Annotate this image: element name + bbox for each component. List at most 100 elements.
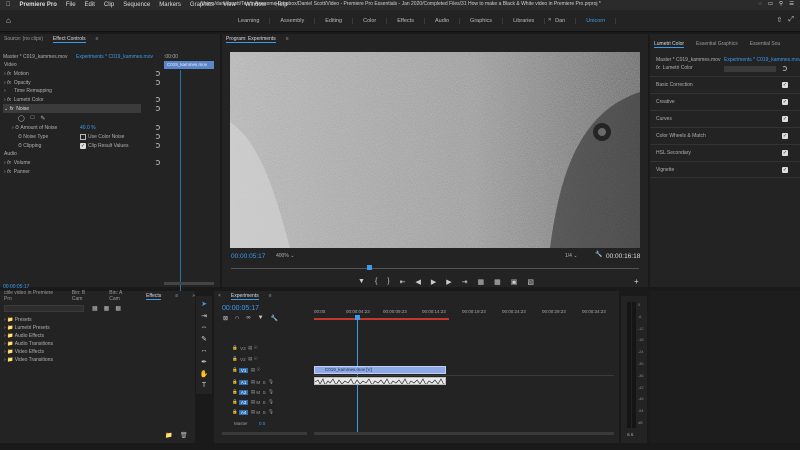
- chevron-right-icon[interactable]: ›: [4, 325, 6, 331]
- workspace-tab-color[interactable]: Color: [353, 18, 388, 24]
- reset-icon[interactable]: [782, 66, 787, 71]
- accelerated-effects-icon[interactable]: ▦: [92, 305, 98, 312]
- panel-menu-icon[interactable]: ≡: [96, 36, 99, 42]
- tab-effect-controls[interactable]: Effect Controls: [52, 36, 86, 43]
- chevron-right-icon[interactable]: ›: [4, 341, 6, 347]
- extract-icon[interactable]: ▦: [494, 278, 501, 286]
- lumetri-section-curves[interactable]: Curves ✓: [650, 110, 800, 127]
- mini-timeline-clip[interactable]: C019_kammes.mov: [164, 61, 214, 69]
- lumetri-master-label[interactable]: Master * C019_kammes.mov: [656, 56, 720, 64]
- section-enable-checkbox[interactable]: ✓: [782, 150, 788, 156]
- play-icon[interactable]: ▶: [431, 278, 436, 286]
- tab-bin-a-cam[interactable]: Bin: A Cam: [109, 290, 132, 302]
- panel-menu-icon[interactable]: ≡: [286, 36, 289, 42]
- reset-icon[interactable]: [155, 80, 160, 85]
- tab-lumetri-color[interactable]: Lumetri Color: [654, 41, 685, 48]
- export-frame-icon[interactable]: ▣: [511, 278, 518, 286]
- reset-icon[interactable]: [155, 134, 160, 139]
- reset-icon[interactable]: [155, 143, 160, 148]
- effect-panner[interactable]: › fx Panner: [4, 168, 30, 176]
- pen-mask-icon[interactable]: ✎: [40, 115, 45, 122]
- menu-edit[interactable]: Edit: [85, 2, 95, 8]
- lock-icon[interactable]: 🔒: [232, 356, 238, 362]
- fx-icon[interactable]: fx: [7, 169, 11, 175]
- chevron-right-icon[interactable]: ›: [4, 357, 6, 363]
- effect-motion[interactable]: › fx Motion: [4, 70, 29, 78]
- section-enable-checkbox[interactable]: ✓: [782, 116, 788, 122]
- stopwatch-icon[interactable]: ⏱: [18, 134, 22, 140]
- fx-icon[interactable]: fx: [7, 71, 11, 77]
- fx-icon[interactable]: fx: [7, 160, 11, 166]
- noise-amount-value[interactable]: 40.0 %: [80, 124, 96, 132]
- go-to-out-icon[interactable]: ⇥: [462, 278, 468, 286]
- track-label[interactable]: A1: [238, 379, 249, 385]
- apple-icon[interactable]: : [6, 2, 11, 8]
- chevron-right-icon[interactable]: ›: [4, 80, 6, 86]
- effects-folder-video-transitions[interactable]: › 📁 Video Transitions: [4, 356, 53, 364]
- chevron-right-icon[interactable]: ›: [12, 125, 14, 131]
- mark-in-icon[interactable]: {: [375, 278, 377, 286]
- ellipse-mask-icon[interactable]: ◯: [18, 115, 25, 122]
- master-clip-label[interactable]: Master * C019_kammes.mov: [3, 53, 67, 61]
- effect-noise[interactable]: ⌄ fx Noise: [4, 105, 29, 113]
- track-label[interactable]: A4: [238, 409, 249, 415]
- step-forward-icon[interactable]: ▶: [446, 278, 451, 286]
- menu-file[interactable]: File: [66, 2, 76, 8]
- sync-lock-icon[interactable]: ▤: [251, 399, 255, 405]
- mini-timeline-scrollbar[interactable]: [164, 282, 214, 285]
- zoom-select[interactable]: 400% ⌄: [276, 252, 294, 260]
- effect-opacity[interactable]: › fx Opacity: [4, 79, 31, 87]
- tab-effects[interactable]: Effects: [146, 293, 162, 300]
- lock-icon[interactable]: 🔒: [232, 367, 238, 373]
- type-tool-icon[interactable]: T: [202, 382, 206, 389]
- clip-result-checkbox[interactable]: ✓: [80, 143, 86, 149]
- timeline-settings-icon[interactable]: 🔧: [271, 315, 278, 322]
- program-playhead[interactable]: [367, 265, 372, 270]
- add-marker-icon[interactable]: ▼: [358, 278, 365, 286]
- chevron-down-icon[interactable]: ⌄: [4, 106, 8, 112]
- lock-icon[interactable]: 🔒: [232, 379, 238, 385]
- new-bin-icon[interactable]: 📁: [165, 432, 172, 439]
- quick-export-icon[interactable]: ⇧: [777, 16, 783, 24]
- quality-select[interactable]: 1/4 ⌄: [565, 252, 578, 260]
- section-enable-checkbox[interactable]: ✓: [782, 82, 788, 88]
- fx-icon[interactable]: fx: [7, 97, 11, 103]
- effects-folder-lumetri-presets[interactable]: › 📁 Lumetri Presets: [4, 324, 50, 332]
- panel-menu-icon[interactable]: ≡: [175, 293, 178, 299]
- rectangle-mask-icon[interactable]: □: [31, 115, 35, 122]
- menu-extras-icon[interactable]: ☰: [789, 1, 794, 7]
- chevron-right-icon[interactable]: ›: [4, 169, 6, 175]
- linked-selection-icon[interactable]: ∞: [246, 315, 250, 322]
- track-label[interactable]: V2: [240, 357, 246, 362]
- track-label[interactable]: V3: [240, 346, 246, 351]
- more-workspaces-icon[interactable]: »: [548, 17, 551, 23]
- reset-icon[interactable]: [155, 160, 160, 165]
- lock-icon[interactable]: 🔒: [232, 399, 238, 405]
- chevron-right-icon[interactable]: ›: [4, 160, 6, 166]
- sync-lock-icon[interactable]: ▤: [251, 367, 255, 373]
- lock-icon[interactable]: 🔒: [232, 389, 238, 395]
- workspace-tab-unicorn[interactable]: Unicorn: [576, 18, 617, 24]
- selection-tool-icon[interactable]: ➤: [201, 300, 207, 308]
- fx-icon[interactable]: fx: [7, 80, 11, 86]
- lumetri-section-creative[interactable]: Creative ✓: [650, 93, 800, 110]
- maximize-icon[interactable]: ⤢: [788, 16, 794, 24]
- program-scrubber[interactable]: [231, 268, 639, 269]
- effects-folder-audio-transitions[interactable]: › 📁 Audio Transitions: [4, 340, 53, 348]
- yuv-effects-icon[interactable]: ▦: [115, 305, 121, 312]
- lumetri-fx-label[interactable]: Lumetri Color: [663, 65, 693, 71]
- header-scrollbar[interactable]: [222, 432, 307, 435]
- effect-lumetri[interactable]: › fx Lumetri Color: [4, 96, 44, 104]
- fx-icon[interactable]: fx: [10, 106, 14, 112]
- microphone-icon[interactable]: 🎙: [268, 399, 274, 405]
- effects-folder-video-effects[interactable]: › 📁 Video Effects: [4, 348, 44, 356]
- home-icon[interactable]: ⌂: [6, 16, 15, 25]
- sequence-clip-label[interactable]: Experiments * C019_kammes.mov: [76, 53, 153, 61]
- menu-clip[interactable]: Clip: [104, 2, 114, 8]
- tab-essential-graphics[interactable]: Essential Graphics: [696, 41, 738, 47]
- track-label[interactable]: V1: [238, 367, 249, 373]
- stopwatch-icon[interactable]: ⏱: [18, 143, 22, 149]
- stopwatch-icon[interactable]: ⏱: [15, 125, 19, 131]
- chevron-right-icon[interactable]: ›: [4, 349, 6, 355]
- close-tab-icon[interactable]: ×: [218, 293, 221, 299]
